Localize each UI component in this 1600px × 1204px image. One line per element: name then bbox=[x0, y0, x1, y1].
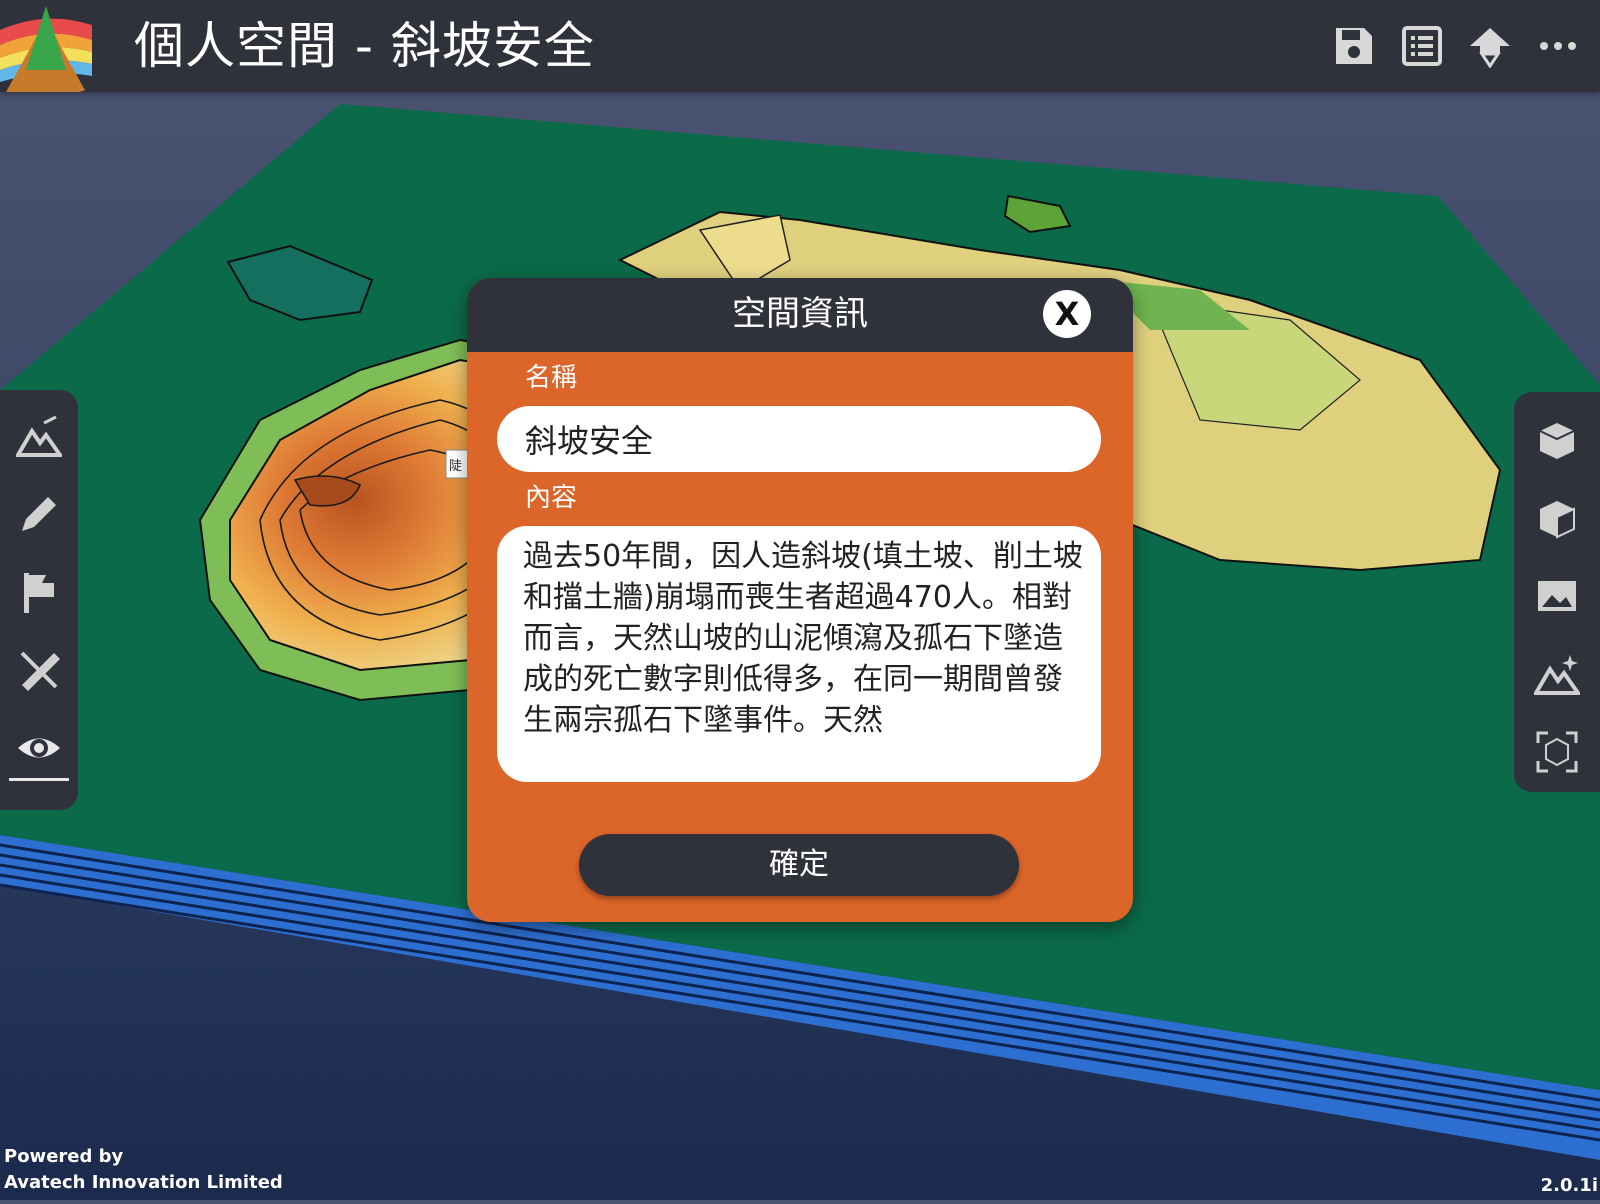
measure-icon[interactable] bbox=[9, 640, 69, 700]
image-icon[interactable] bbox=[1527, 566, 1587, 626]
download-icon[interactable] bbox=[1466, 22, 1514, 70]
powered-by: Powered by Avatech Innovation Limited bbox=[4, 1144, 283, 1196]
more-icon[interactable] bbox=[1534, 22, 1582, 70]
name-field[interactable] bbox=[497, 406, 1101, 472]
powered-by-label: Powered by bbox=[4, 1146, 124, 1167]
dialog-header: 空間資訊 X bbox=[467, 278, 1133, 352]
content-field[interactable]: 過去50年間，因人造斜坡(填土坡、削土坡和擋土牆)崩塌而喪生者超過470人。相對… bbox=[497, 526, 1101, 782]
eye-icon[interactable] bbox=[9, 718, 69, 781]
right-toolbar bbox=[1514, 392, 1600, 792]
list-icon[interactable] bbox=[1398, 22, 1446, 70]
version-label: 2.0.1i bbox=[1540, 1175, 1598, 1196]
left-toolbar bbox=[0, 390, 78, 810]
content-label: 內容 bbox=[525, 483, 578, 513]
save-icon[interactable] bbox=[1330, 22, 1378, 70]
confirm-button[interactable]: 確定 bbox=[579, 834, 1019, 896]
map-marker-label[interactable]: 陡 bbox=[449, 459, 462, 474]
name-label: 名稱 bbox=[525, 363, 578, 393]
pencil-icon[interactable] bbox=[9, 484, 69, 544]
close-button[interactable]: X bbox=[1043, 290, 1091, 338]
company-name: Avatech Innovation Limited bbox=[4, 1172, 283, 1193]
box-icon[interactable] bbox=[1527, 410, 1587, 470]
ar-icon[interactable] bbox=[1527, 722, 1587, 782]
terrain-tool-icon[interactable] bbox=[9, 406, 69, 466]
dialog-title: 空間資訊 bbox=[732, 294, 868, 334]
top-bar: 個人空間 - 斜坡安全 bbox=[0, 0, 1600, 92]
app-logo[interactable] bbox=[0, 0, 92, 92]
flag-icon[interactable] bbox=[9, 562, 69, 622]
page-title: 個人空間 - 斜坡安全 bbox=[134, 17, 595, 75]
space-info-dialog: 空間資訊 X 名稱 內容 過去50年間，因人造斜坡(填土坡、削土坡和擋土牆)崩塌… bbox=[467, 278, 1133, 922]
box-side-icon[interactable] bbox=[1527, 488, 1587, 548]
terrain-sparkle-icon[interactable] bbox=[1527, 644, 1587, 704]
